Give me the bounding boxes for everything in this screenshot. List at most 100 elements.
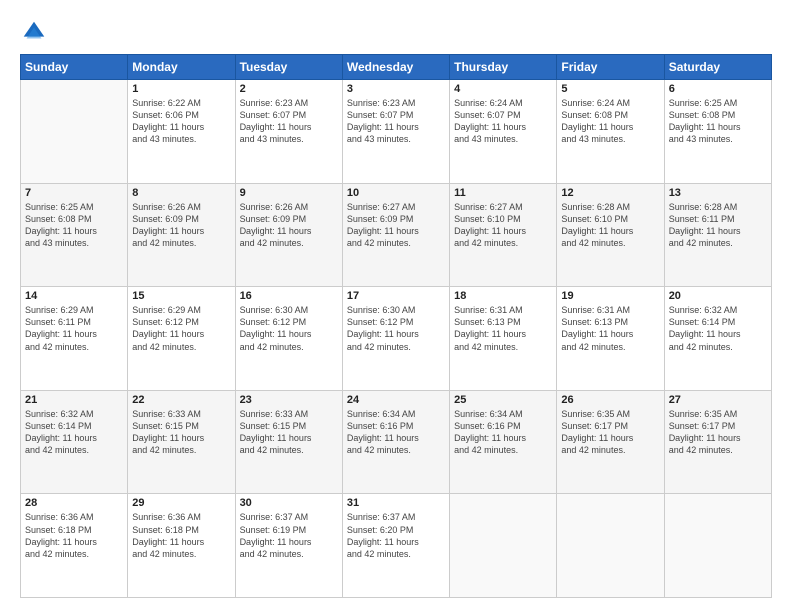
day-info: Sunrise: 6:25 AM Sunset: 6:08 PM Dayligh… bbox=[669, 97, 767, 146]
day-number: 8 bbox=[132, 187, 230, 199]
day-info: Sunrise: 6:23 AM Sunset: 6:07 PM Dayligh… bbox=[240, 97, 338, 146]
day-number: 4 bbox=[454, 83, 552, 95]
day-info: Sunrise: 6:26 AM Sunset: 6:09 PM Dayligh… bbox=[240, 201, 338, 250]
day-number: 31 bbox=[347, 497, 445, 509]
day-info: Sunrise: 6:28 AM Sunset: 6:11 PM Dayligh… bbox=[669, 201, 767, 250]
calendar-week-row: 28 Sunrise: 6:36 AM Sunset: 6:18 PM Dayli… bbox=[21, 494, 772, 598]
day-info: Sunrise: 6:34 AM Sunset: 6:16 PM Dayligh… bbox=[347, 408, 445, 457]
page: SundayMondayTuesdayWednesdayThursdayFrid… bbox=[0, 0, 792, 612]
calendar-cell: 26Sunrise: 6:35 AM Sunset: 6:17 PM Dayli… bbox=[557, 390, 664, 494]
day-info: Sunrise: 6:22 AM Sunset: 6:06 PM Dayligh… bbox=[132, 97, 230, 146]
calendar-cell: 15 Sunrise: 6:29 AM Sunset: 6:12 PM Dayli… bbox=[128, 287, 235, 391]
day-number: 1 bbox=[132, 83, 230, 95]
day-number: 11 bbox=[454, 187, 552, 199]
day-info: Sunrise: 6:24 AM Sunset: 6:07 PM Dayligh… bbox=[454, 97, 552, 146]
day-info: Sunrise: 6:35 AM Sunset: 6:17 PM Dayligh… bbox=[669, 408, 767, 457]
calendar-cell: 7 Sunrise: 6:25 AM Sunset: 6:08 PM Daylig… bbox=[21, 183, 128, 287]
weekday-header-sunday: Sunday bbox=[21, 55, 128, 80]
calendar-cell: 30 Sunrise: 6:37 AM Sunset: 6:19 PM Dayli… bbox=[235, 494, 342, 598]
day-info: Sunrise: 6:33 AM Sunset: 6:15 PM Dayligh… bbox=[132, 408, 230, 457]
day-number: 20 bbox=[669, 290, 767, 302]
calendar-cell: 5Sunrise: 6:24 AM Sunset: 6:08 PM Daylig… bbox=[557, 80, 664, 184]
day-info: Sunrise: 6:23 AM Sunset: 6:07 PM Dayligh… bbox=[347, 97, 445, 146]
day-number: 15 bbox=[132, 290, 230, 302]
calendar-cell: 4 Sunrise: 6:24 AM Sunset: 6:07 PM Daylig… bbox=[450, 80, 557, 184]
calendar-cell: 8 Sunrise: 6:26 AM Sunset: 6:09 PM Daylig… bbox=[128, 183, 235, 287]
calendar-cell: 11 Sunrise: 6:27 AM Sunset: 6:10 PM Dayli… bbox=[450, 183, 557, 287]
day-number: 30 bbox=[240, 497, 338, 509]
day-info: Sunrise: 6:36 AM Sunset: 6:18 PM Dayligh… bbox=[132, 511, 230, 560]
day-info: Sunrise: 6:36 AM Sunset: 6:18 PM Dayligh… bbox=[25, 511, 123, 560]
calendar-cell: 28 Sunrise: 6:36 AM Sunset: 6:18 PM Dayli… bbox=[21, 494, 128, 598]
day-info: Sunrise: 6:32 AM Sunset: 6:14 PM Dayligh… bbox=[669, 304, 767, 353]
calendar-body: 1 Sunrise: 6:22 AM Sunset: 6:06 PM Daylig… bbox=[21, 80, 772, 598]
calendar-cell bbox=[21, 80, 128, 184]
calendar-cell: 17 Sunrise: 6:30 AM Sunset: 6:12 PM Dayli… bbox=[342, 287, 449, 391]
day-info: Sunrise: 6:27 AM Sunset: 6:09 PM Dayligh… bbox=[347, 201, 445, 250]
day-info: Sunrise: 6:34 AM Sunset: 6:16 PM Dayligh… bbox=[454, 408, 552, 457]
day-info: Sunrise: 6:27 AM Sunset: 6:10 PM Dayligh… bbox=[454, 201, 552, 250]
weekday-header-row: SundayMondayTuesdayWednesdayThursdayFrid… bbox=[21, 55, 772, 80]
weekday-header-saturday: Saturday bbox=[664, 55, 771, 80]
calendar-week-row: 21 Sunrise: 6:32 AM Sunset: 6:14 PM Dayli… bbox=[21, 390, 772, 494]
day-info: Sunrise: 6:28 AM Sunset: 6:10 PM Dayligh… bbox=[561, 201, 659, 250]
logo-icon bbox=[20, 18, 48, 46]
day-number: 27 bbox=[669, 394, 767, 406]
day-info: Sunrise: 6:29 AM Sunset: 6:12 PM Dayligh… bbox=[132, 304, 230, 353]
day-number: 19 bbox=[561, 290, 659, 302]
day-info: Sunrise: 6:35 AM Sunset: 6:17 PM Dayligh… bbox=[561, 408, 659, 457]
day-info: Sunrise: 6:37 AM Sunset: 6:19 PM Dayligh… bbox=[240, 511, 338, 560]
calendar-cell: 10 Sunrise: 6:27 AM Sunset: 6:09 PM Dayli… bbox=[342, 183, 449, 287]
day-info: Sunrise: 6:30 AM Sunset: 6:12 PM Dayligh… bbox=[347, 304, 445, 353]
calendar-week-row: 14 Sunrise: 6:29 AM Sunset: 6:11 PM Dayli… bbox=[21, 287, 772, 391]
day-number: 12 bbox=[561, 187, 659, 199]
day-number: 10 bbox=[347, 187, 445, 199]
day-info: Sunrise: 6:31 AM Sunset: 6:13 PM Dayligh… bbox=[454, 304, 552, 353]
day-number: 14 bbox=[25, 290, 123, 302]
day-info: Sunrise: 6:31 AM Sunset: 6:13 PM Dayligh… bbox=[561, 304, 659, 353]
weekday-header-friday: Friday bbox=[557, 55, 664, 80]
calendar-cell: 3 Sunrise: 6:23 AM Sunset: 6:07 PM Daylig… bbox=[342, 80, 449, 184]
calendar-cell bbox=[664, 494, 771, 598]
day-number: 28 bbox=[25, 497, 123, 509]
day-number: 29 bbox=[132, 497, 230, 509]
day-number: 7 bbox=[25, 187, 123, 199]
day-info: Sunrise: 6:30 AM Sunset: 6:12 PM Dayligh… bbox=[240, 304, 338, 353]
calendar-week-row: 1 Sunrise: 6:22 AM Sunset: 6:06 PM Daylig… bbox=[21, 80, 772, 184]
day-number: 17 bbox=[347, 290, 445, 302]
day-number: 22 bbox=[132, 394, 230, 406]
day-info: Sunrise: 6:26 AM Sunset: 6:09 PM Dayligh… bbox=[132, 201, 230, 250]
weekday-header-wednesday: Wednesday bbox=[342, 55, 449, 80]
calendar-cell bbox=[557, 494, 664, 598]
day-number: 9 bbox=[240, 187, 338, 199]
weekday-header-tuesday: Tuesday bbox=[235, 55, 342, 80]
calendar-cell: 22 Sunrise: 6:33 AM Sunset: 6:15 PM Dayli… bbox=[128, 390, 235, 494]
calendar-cell: 23Sunrise: 6:33 AM Sunset: 6:15 PM Dayli… bbox=[235, 390, 342, 494]
day-number: 18 bbox=[454, 290, 552, 302]
calendar-cell: 16 Sunrise: 6:30 AM Sunset: 6:12 PM Dayli… bbox=[235, 287, 342, 391]
day-info: Sunrise: 6:32 AM Sunset: 6:14 PM Dayligh… bbox=[25, 408, 123, 457]
day-info: Sunrise: 6:33 AM Sunset: 6:15 PM Dayligh… bbox=[240, 408, 338, 457]
day-number: 24 bbox=[347, 394, 445, 406]
header bbox=[20, 18, 772, 46]
calendar-cell: 21 Sunrise: 6:32 AM Sunset: 6:14 PM Dayli… bbox=[21, 390, 128, 494]
calendar-cell bbox=[450, 494, 557, 598]
calendar-header: SundayMondayTuesdayWednesdayThursdayFrid… bbox=[21, 55, 772, 80]
day-number: 3 bbox=[347, 83, 445, 95]
day-number: 21 bbox=[25, 394, 123, 406]
calendar-cell: 12 Sunrise: 6:28 AM Sunset: 6:10 PM Dayli… bbox=[557, 183, 664, 287]
day-info: Sunrise: 6:25 AM Sunset: 6:08 PM Dayligh… bbox=[25, 201, 123, 250]
calendar-cell: 6Sunrise: 6:25 AM Sunset: 6:08 PM Daylig… bbox=[664, 80, 771, 184]
calendar-table: SundayMondayTuesdayWednesdayThursdayFrid… bbox=[20, 54, 772, 598]
calendar-cell: 20 Sunrise: 6:32 AM Sunset: 6:14 PM Dayli… bbox=[664, 287, 771, 391]
logo bbox=[20, 18, 52, 46]
day-info: Sunrise: 6:29 AM Sunset: 6:11 PM Dayligh… bbox=[25, 304, 123, 353]
day-number: 16 bbox=[240, 290, 338, 302]
calendar-cell: 29 Sunrise: 6:36 AM Sunset: 6:18 PM Dayli… bbox=[128, 494, 235, 598]
day-info: Sunrise: 6:24 AM Sunset: 6:08 PM Dayligh… bbox=[561, 97, 659, 146]
calendar-cell: 2Sunrise: 6:23 AM Sunset: 6:07 PM Daylig… bbox=[235, 80, 342, 184]
calendar-cell: 14 Sunrise: 6:29 AM Sunset: 6:11 PM Dayli… bbox=[21, 287, 128, 391]
calendar-cell: 1 Sunrise: 6:22 AM Sunset: 6:06 PM Daylig… bbox=[128, 80, 235, 184]
calendar-cell: 13Sunrise: 6:28 AM Sunset: 6:11 PM Dayli… bbox=[664, 183, 771, 287]
calendar-cell: 31Sunrise: 6:37 AM Sunset: 6:20 PM Dayli… bbox=[342, 494, 449, 598]
